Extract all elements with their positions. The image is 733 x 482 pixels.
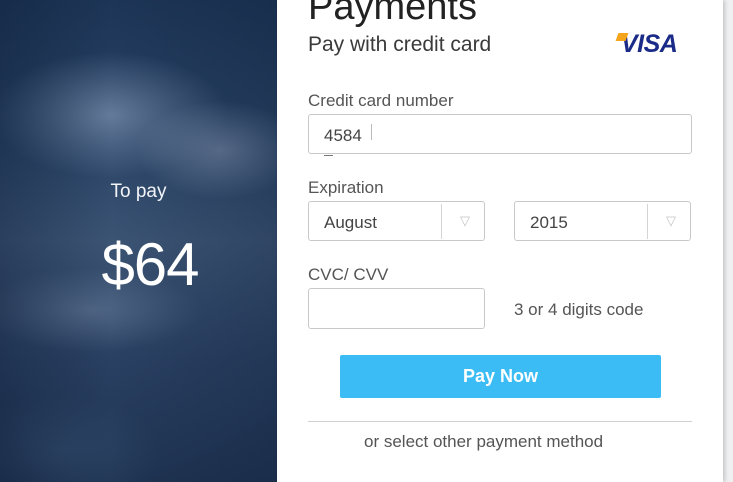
card-number-input[interactable]: 4584 xyxy=(308,114,692,154)
cvc-input[interactable] xyxy=(308,288,485,329)
other-payment-method-link[interactable]: or select other payment method xyxy=(364,432,603,452)
payment-form: Payments Pay with credit card VISA Credi… xyxy=(277,0,723,482)
payment-screen: To pay $64 Payments Pay with credit card… xyxy=(0,0,733,482)
select-divider xyxy=(441,204,442,239)
cvc-hint: 3 or 4 digits code xyxy=(514,300,644,319)
chevron-down-icon[interactable]: ▽ xyxy=(460,213,470,229)
card-number-label: Credit card number xyxy=(308,91,454,110)
text-caret xyxy=(370,124,372,140)
to-pay-label: To pay xyxy=(110,181,167,202)
expiration-year-select[interactable]: 2015 ▽ xyxy=(514,201,691,241)
select-divider xyxy=(647,204,648,239)
expiration-label: Expiration xyxy=(308,178,384,197)
card-number-value: 4584 xyxy=(324,126,362,145)
input-underline-hint xyxy=(324,155,333,156)
order-summary-panel: To pay $64 xyxy=(0,0,277,482)
amount-due: $64 xyxy=(101,231,199,298)
visa-logo-icon: VISA xyxy=(621,30,678,59)
visa-logo-text: VISA xyxy=(621,30,678,58)
expiration-month-select[interactable]: August ▽ xyxy=(308,201,485,241)
expiration-month-value: August xyxy=(324,213,377,232)
expiration-year-value: 2015 xyxy=(530,213,568,232)
chevron-down-icon[interactable]: ▽ xyxy=(666,213,676,229)
cvc-label: CVC/ CVV xyxy=(308,265,389,284)
page-subtitle: Pay with credit card xyxy=(308,33,492,56)
divider xyxy=(308,421,692,422)
pay-now-button[interactable]: Pay Now xyxy=(340,355,661,398)
page-title: Payments xyxy=(308,0,477,28)
